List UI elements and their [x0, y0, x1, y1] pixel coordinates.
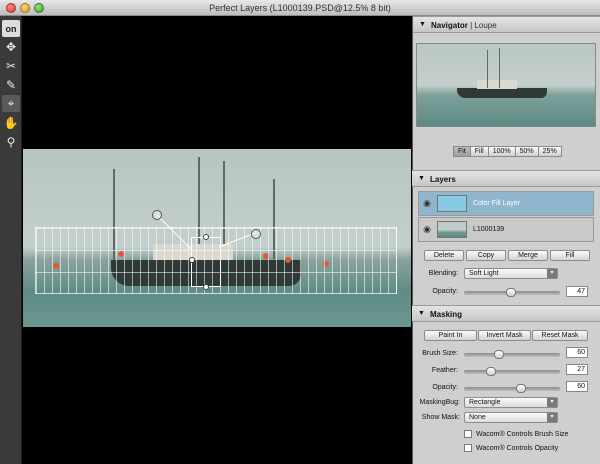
wacom-opacity-label: Wacom® Controls Opacity [476, 444, 559, 452]
show-mask-value: None [469, 414, 486, 421]
navigator-tab[interactable]: Navigator [431, 21, 468, 30]
wacom-brush-size-checkbox[interactable]: Wacom® Controls Brush Size [464, 430, 568, 438]
window-titlebar: Perfect Layers (L1000139.PSD@12.5% 8 bit… [0, 0, 600, 16]
checkbox-box[interactable] [464, 444, 472, 452]
tab-separator: | [470, 21, 473, 30]
dropdown-arrow-icon: ▾ [547, 413, 557, 422]
layer-opacity-label: Opacity: [432, 288, 458, 295]
merge-layer-button[interactable]: Merge [508, 250, 548, 261]
dropdown-arrow-icon: ▾ [547, 269, 557, 278]
masking-bug-feather-handle[interactable] [251, 229, 261, 239]
masking-bug-left-handle[interactable] [189, 257, 195, 263]
app-logo: on [2, 20, 20, 37]
masking-bug-lines [156, 214, 256, 250]
feather-slider[interactable] [464, 367, 560, 376]
invert-mask-button[interactable]: Invert Mask [478, 330, 531, 341]
reset-mask-button[interactable]: Reset Mask [532, 330, 588, 341]
feather-input[interactable]: 27 [566, 364, 588, 375]
navigator-header[interactable]: ▼ Navigator | Loupe [413, 16, 600, 33]
collapse-triangle-icon[interactable]: ▼ [418, 175, 425, 182]
zoom-button-group: Fit Fill 100% 50% 25% [453, 146, 562, 157]
zoom-fit-button[interactable]: Fit [453, 146, 471, 157]
delete-layer-button[interactable]: Delete [424, 250, 464, 261]
brush-size-input[interactable]: 60 [566, 347, 588, 358]
blending-mode-select[interactable]: Soft Light ▾ [464, 268, 558, 279]
layers-title: Layers [430, 175, 456, 184]
show-mask-select[interactable]: None ▾ [464, 412, 558, 423]
zoom-25-button[interactable]: 25% [537, 146, 562, 157]
hand-icon[interactable]: ✋ [2, 114, 20, 131]
image-canvas[interactable] [22, 16, 412, 464]
zoom-fill-button[interactable]: Fill [469, 146, 489, 157]
feather-knob[interactable] [486, 367, 496, 376]
layer-thumbnail [437, 221, 467, 238]
maskingbug-value: Rectangle [469, 399, 501, 406]
paint-in-button[interactable]: Paint In [424, 330, 477, 341]
layer-thumbnail [437, 195, 467, 212]
masking-bug-bottom-handle[interactable] [203, 284, 209, 290]
mask-opacity-slider[interactable] [464, 384, 560, 393]
move-icon[interactable]: ✥ [2, 38, 20, 55]
mask-opacity-input[interactable]: 60 [566, 381, 588, 392]
maskingbug-select[interactable]: Rectangle ▾ [464, 397, 558, 408]
eye-icon[interactable]: ◉ [419, 224, 435, 235]
navigator-preview[interactable] [416, 43, 596, 127]
layer-opacity-knob[interactable] [506, 288, 516, 297]
collapse-triangle-icon[interactable]: ▼ [418, 310, 425, 317]
layers-header[interactable]: ▼ Layers [412, 170, 600, 187]
layer-row-color-fill[interactable]: ◉ Color Fill Layer [418, 191, 594, 216]
brush-icon[interactable]: ✎ [2, 76, 20, 93]
brush-size-label: Brush Size: [422, 350, 458, 357]
layer-name: Color Fill Layer [473, 200, 521, 207]
copy-layer-button[interactable]: Copy [466, 250, 506, 261]
tool-palette: on ✥ ✂ ✎ ⌖ ✋ ⚲ [0, 16, 22, 464]
layer-opacity-slider[interactable] [464, 288, 560, 297]
zoom-100-button[interactable]: 100% [487, 146, 516, 157]
collapse-triangle-icon[interactable]: ▼ [419, 21, 426, 28]
wacom-opacity-checkbox[interactable]: Wacom® Controls Opacity [464, 444, 558, 452]
dropdown-arrow-icon: ▾ [547, 398, 557, 407]
wacom-brush-size-label: Wacom® Controls Brush Size [476, 430, 569, 438]
zoom-50-button[interactable]: 50% [514, 146, 539, 157]
checkbox-box[interactable] [464, 430, 472, 438]
brush-size-knob[interactable] [494, 350, 504, 359]
masking-bug-rotate-handle[interactable] [152, 210, 162, 220]
layer-row-photo[interactable]: ◉ L1000139 [418, 217, 594, 242]
zoom-icon[interactable]: ⚲ [2, 133, 20, 150]
scissors-icon[interactable]: ✂ [2, 57, 20, 74]
layer-name: L1000139 [473, 226, 505, 233]
maskingbug-label: MaskingBug: [419, 399, 460, 406]
masking-bug-top-handle[interactable] [203, 234, 209, 240]
blending-label: Blending: [428, 270, 458, 277]
mask-opacity-label: Opacity: [432, 384, 458, 391]
masking-title: Masking [430, 310, 463, 319]
harbor-photo [23, 149, 411, 327]
transform-icon[interactable]: ⌖ [2, 95, 20, 112]
masking-header[interactable]: ▼ Masking [412, 305, 600, 322]
fill-layer-button[interactable]: Fill [550, 250, 590, 261]
mask-opacity-knob[interactable] [516, 384, 526, 393]
window-title: Perfect Layers (L1000139.PSD@12.5% 8 bit… [209, 3, 391, 13]
layer-opacity-input[interactable]: 47 [566, 286, 588, 297]
brush-size-slider[interactable] [464, 350, 560, 359]
show-mask-label: Show Mask: [421, 414, 460, 421]
blending-mode-value: Soft Light [469, 270, 499, 277]
feather-label: Feather: [431, 367, 458, 374]
loupe-tab[interactable]: Loupe [474, 21, 496, 30]
eye-icon[interactable]: ◉ [419, 198, 435, 209]
